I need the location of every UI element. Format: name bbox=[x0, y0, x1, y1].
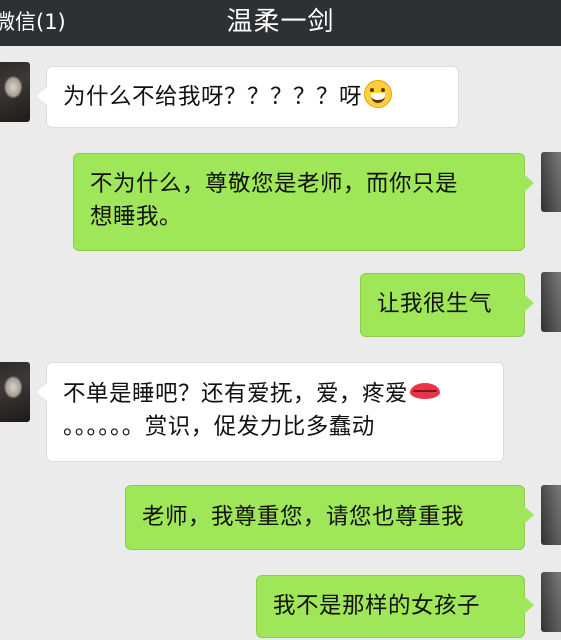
message-text: 老师，我尊重您，请您也尊重我 bbox=[142, 504, 465, 530]
message-text: 为什么不给我呀？？？？？呀 bbox=[63, 84, 363, 110]
my-avatar[interactable] bbox=[541, 572, 561, 632]
message-text-line: 。。。。。。赏识，促发力比多蠢动 bbox=[63, 414, 375, 440]
message-bubble-incoming[interactable]: 不单是睡吧？还有爱抚，爱，疼爱 。。。。。。赏识，促发力比多蠢动 bbox=[37, 362, 504, 462]
message-bubble-outgoing[interactable]: 我不是那样的女孩子 bbox=[256, 575, 534, 638]
message-text: 不单是睡吧？还有爱抚，爱，疼爱 bbox=[63, 381, 409, 407]
my-avatar[interactable] bbox=[541, 152, 561, 212]
my-avatar[interactable] bbox=[541, 272, 561, 332]
message-bubble-incoming[interactable]: 为什么不给我呀？？？？？呀 bbox=[37, 66, 459, 128]
message-text-line: 想睡我。 bbox=[90, 204, 183, 230]
message-text-line: 不单是睡吧？还有爱抚，爱，疼爱 bbox=[63, 378, 503, 411]
contact-avatar[interactable] bbox=[0, 62, 30, 122]
chat-title: 温柔一剑 bbox=[226, 7, 335, 37]
message-bubble-outgoing[interactable]: 让我很生气 bbox=[360, 273, 534, 337]
my-avatar[interactable] bbox=[541, 485, 561, 545]
message-text: 我不是那样的女孩子 bbox=[273, 593, 481, 619]
grinning-face-emoji-icon bbox=[364, 80, 393, 108]
message-bubble-outgoing[interactable]: 不为什么，尊敬您是老师，而你只是 想睡我。 bbox=[73, 153, 534, 251]
lips-emoji-icon bbox=[410, 383, 441, 399]
message-bubble-outgoing[interactable]: 老师，我尊重您，请您也尊重我 bbox=[125, 485, 534, 550]
message-text: 让我很生气 bbox=[377, 291, 493, 317]
message-text-line: 不为什么，尊敬您是老师，而你只是 bbox=[90, 171, 459, 197]
contact-avatar[interactable] bbox=[0, 362, 30, 422]
title-bar: 微信(1) 温柔一剑 bbox=[0, 0, 561, 46]
